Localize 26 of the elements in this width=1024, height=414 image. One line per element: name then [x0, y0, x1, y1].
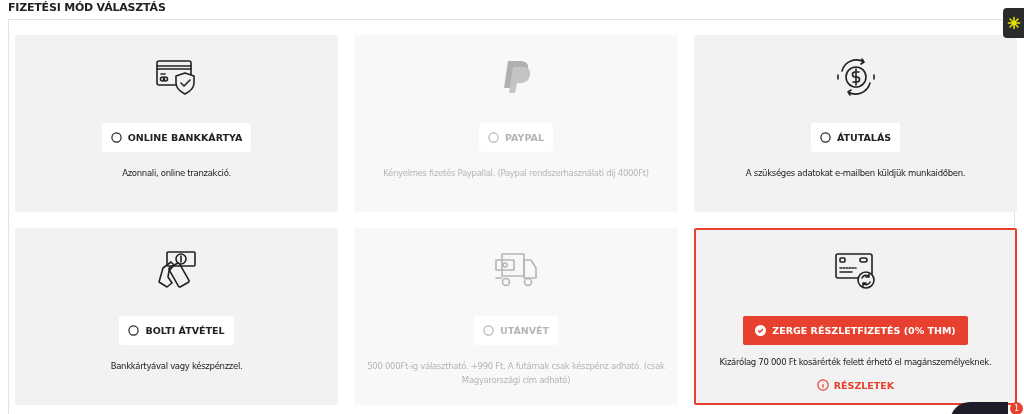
payment-card[interactable]: ZERGE RÉSZLETFIZETÉS (0% THM) Kizárólag 70 000 Ft kosárérték felett érhető el magánszemélyeknek. RÉSZLETEK — [694, 228, 1017, 405]
radio-icon — [819, 132, 831, 143]
check-circle-icon — [755, 325, 767, 336]
option-description: 500 000Ft-ig választható. +990 Ft. A futárnak csak készpénz adható. (csak Magyarországi cím adható) — [366, 360, 666, 387]
option-description: Kényelmes fizetés Paypallal. (Paypal rendszerhasználati díj 4000Ft) — [382, 167, 650, 180]
option-description: A szükséges adatokat e-mailben küldjük munkaidőben. — [744, 167, 967, 180]
side-widget-button[interactable] — [1003, 8, 1024, 38]
radio-icon — [128, 325, 140, 336]
notification-badge: 1 — [1010, 402, 1023, 414]
payment-option-button[interactable]: ONLINE BANKKÁRTYA — [101, 123, 252, 152]
payment-card[interactable]: BOLTI ÁTVÉTEL Bankkártyával vagy készpénzzel. — [15, 228, 338, 405]
payment-card[interactable]: ONLINE BANKKÁRTYA Azonnali, online tranzakció. — [15, 35, 338, 212]
details-link[interactable]: RÉSZLETEK — [816, 379, 895, 391]
payment-card[interactable]: ÁTUTALÁS A szükséges adatokat e-mailben küldjük munkaidőben. — [694, 35, 1017, 212]
info-icon — [816, 379, 829, 391]
option-description: Azonnali, online tranzakció. — [121, 167, 232, 180]
payment-option-button[interactable]: ÁTUTALÁS — [810, 123, 901, 152]
payment-option-button[interactable]: ZERGE RÉSZLETFIZETÉS (0% THM) — [743, 316, 968, 345]
radio-icon — [488, 132, 500, 143]
payment-option-button[interactable]: BOLTI ÁTVÉTEL — [119, 316, 234, 345]
radio-icon — [482, 325, 494, 336]
option-description: Kizárólag 70 000 Ft kosárérték felett érhető el magánszemélyeknek. — [718, 356, 993, 369]
radio-icon — [110, 132, 122, 143]
asterisk-icon — [1006, 16, 1021, 30]
option-description: Bankkártyával vagy készpénzzel. — [109, 360, 244, 373]
section-heading: FIZETÉSI MÓD VÁLASZTÁS — [7, 0, 167, 16]
